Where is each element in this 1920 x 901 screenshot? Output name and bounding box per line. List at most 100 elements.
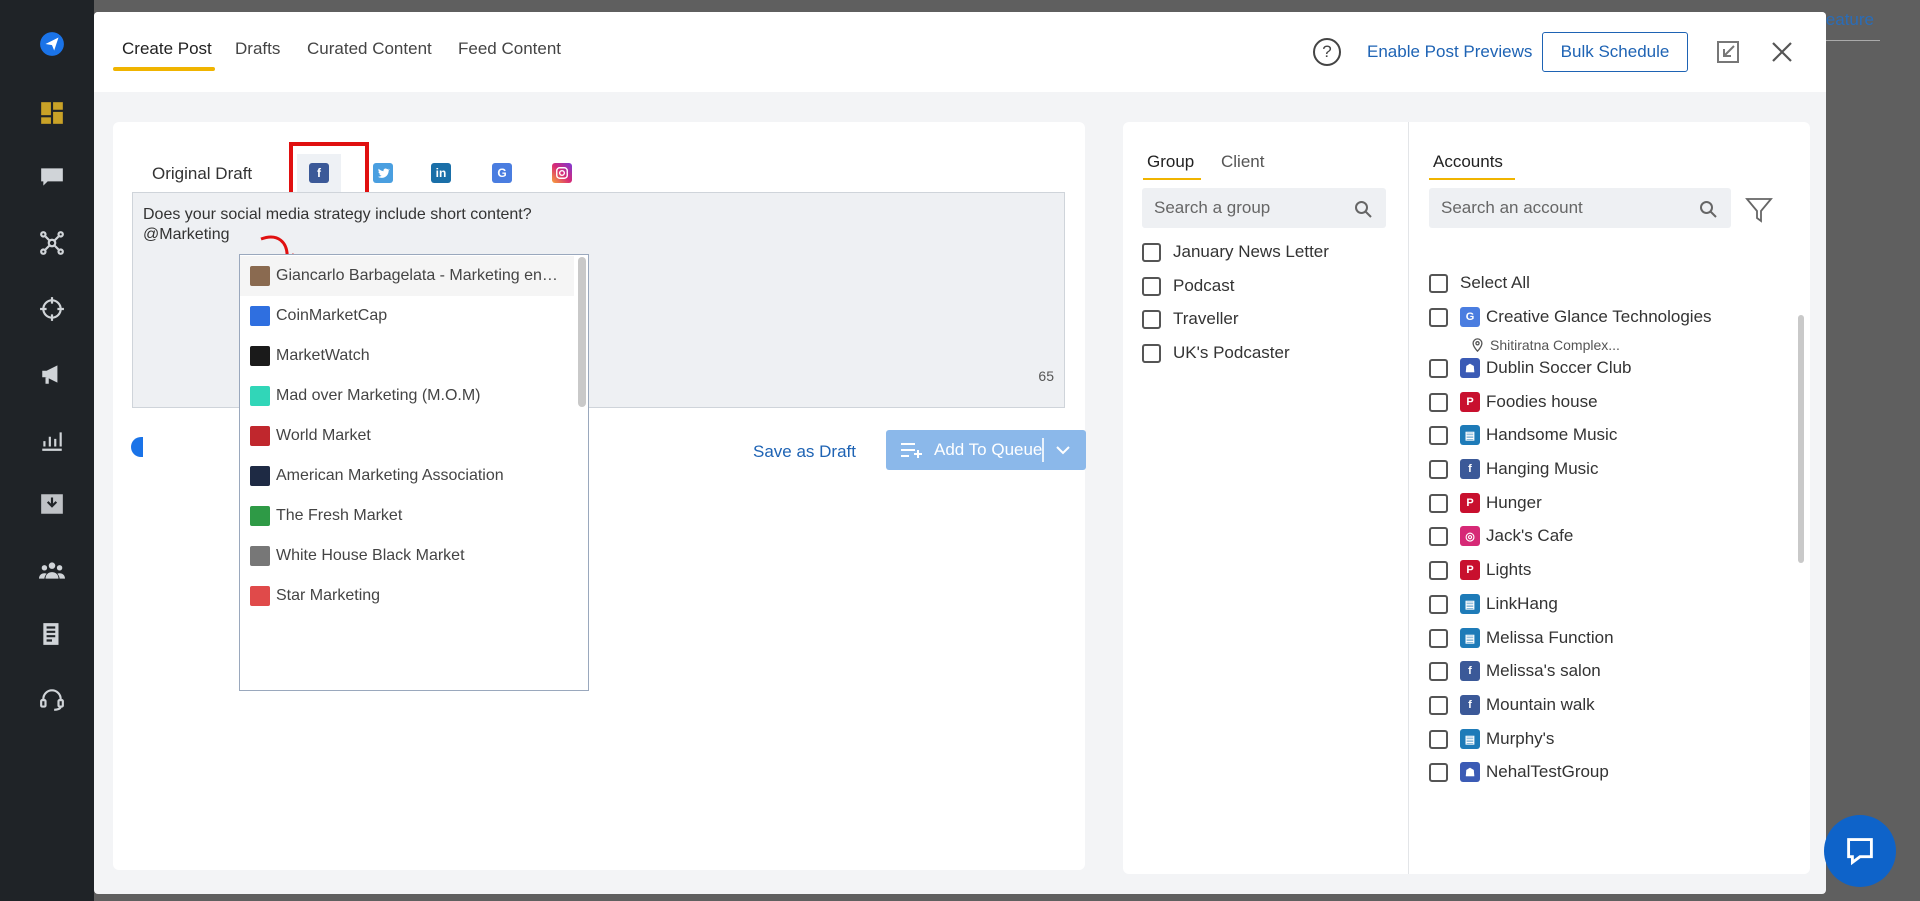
group-search[interactable] [1142, 188, 1386, 228]
reports-icon[interactable] [38, 620, 66, 648]
group-tab-indicator [1143, 178, 1201, 180]
mention-option[interactable]: MarketWatch [240, 336, 574, 376]
account-checkbox[interactable] [1429, 695, 1448, 715]
account-list-scrollbar[interactable] [1798, 315, 1804, 563]
mention-option[interactable]: CoinMarketCap [240, 296, 574, 336]
network-icon[interactable] [38, 229, 66, 257]
close-icon[interactable] [1770, 40, 1794, 64]
megaphone-icon[interactable] [38, 360, 66, 388]
tab-drafts[interactable]: Drafts [235, 39, 280, 59]
enable-post-previews-link[interactable]: Enable Post Previews [1367, 42, 1532, 62]
add-to-queue-button[interactable]: Add To Queue [886, 430, 1086, 470]
tab-feed-content[interactable]: Feed Content [458, 39, 561, 59]
account-row[interactable]: ▤ LinkHang [1429, 594, 1558, 614]
send-icon[interactable] [38, 30, 66, 58]
account-row[interactable]: ◎ Jack's Cafe [1429, 526, 1573, 546]
mention-option[interactable]: Giancarlo Barbagelata - Marketing en… [240, 256, 574, 296]
account-checkbox[interactable] [1429, 425, 1448, 445]
tab-create-post[interactable]: Create Post [122, 39, 212, 59]
bulk-schedule-button[interactable]: Bulk Schedule [1542, 32, 1688, 72]
account-row[interactable]: P Foodies house [1429, 392, 1598, 412]
mention-option[interactable]: The Fresh Market [240, 496, 574, 536]
dashboard-icon[interactable] [38, 99, 66, 127]
pinterest-icon: P [1460, 392, 1480, 412]
chevron-down-icon[interactable] [1054, 442, 1072, 458]
account-row[interactable]: ▤ Murphy's [1429, 729, 1554, 749]
tab-google-business[interactable]: G [480, 154, 524, 192]
group-checkbox[interactable] [1142, 276, 1161, 296]
account-checkbox[interactable] [1429, 526, 1448, 546]
account-row[interactable]: P Hunger [1429, 493, 1542, 513]
facebook-group-icon: ☗ [1460, 762, 1480, 782]
account-row[interactable]: ☗ NehalTestGroup [1429, 762, 1609, 782]
tab-curated-content[interactable]: Curated Content [307, 39, 432, 59]
account-checkbox[interactable] [1429, 358, 1448, 378]
post-text[interactable]: Does your social media strategy include … [143, 205, 532, 245]
group-checkbox[interactable] [1142, 242, 1161, 262]
group-checkbox[interactable] [1142, 343, 1161, 363]
mention-option[interactable]: Mad over Marketing (M.O.M) [240, 376, 574, 416]
account-checkbox[interactable] [1429, 628, 1448, 648]
mention-option[interactable]: American Marketing Association [240, 456, 574, 496]
account-row[interactable]: G Creative Glance Technologies [1429, 307, 1712, 327]
account-checkbox[interactable] [1429, 392, 1448, 412]
group-row[interactable]: January News Letter [1142, 242, 1329, 262]
group-label: Traveller [1173, 309, 1239, 328]
select-all-checkbox[interactable] [1429, 273, 1448, 293]
tab-linkedin[interactable]: in [419, 154, 463, 192]
mention-option[interactable]: White House Black Market [240, 536, 574, 576]
queue-icon [901, 443, 922, 458]
create-post-modal: Create Post Drafts Curated Content Feed … [94, 12, 1826, 894]
account-row[interactable]: P Lights [1429, 560, 1531, 580]
chat-icon[interactable] [38, 163, 66, 191]
tab-group[interactable]: Group [1147, 152, 1194, 172]
support-icon[interactable] [38, 685, 66, 713]
account-checkbox[interactable] [1429, 729, 1448, 749]
account-row[interactable]: f Hanging Music [1429, 459, 1598, 479]
account-row[interactable]: ▤ Handsome Music [1429, 425, 1617, 445]
select-all-row[interactable]: Select All [1429, 273, 1530, 293]
inbox-icon[interactable] [38, 490, 66, 518]
mention-option[interactable]: World Market [240, 416, 574, 456]
chat-support-button[interactable] [1824, 815, 1896, 887]
toggle-indicator[interactable] [131, 437, 143, 457]
search-icon[interactable] [1699, 200, 1717, 218]
target-icon[interactable] [38, 295, 66, 323]
group-checkbox[interactable] [1142, 309, 1161, 329]
mention-option-label: MarketWatch [276, 347, 370, 364]
team-icon[interactable] [38, 556, 66, 584]
account-checkbox[interactable] [1429, 307, 1448, 327]
filter-icon[interactable] [1745, 196, 1773, 224]
account-search[interactable] [1429, 188, 1731, 228]
dropdown-scrollbar[interactable] [578, 257, 586, 407]
account-row[interactable]: ☗ Dublin Soccer Club [1429, 358, 1632, 378]
account-checkbox[interactable] [1429, 459, 1448, 479]
mention-avatar [250, 466, 270, 486]
group-row[interactable]: UK's Podcaster [1142, 343, 1290, 363]
mention-option-label: CoinMarketCap [276, 307, 388, 324]
analytics-icon[interactable] [38, 426, 66, 454]
mention-option[interactable]: Star Marketing [240, 576, 574, 616]
account-checkbox[interactable] [1429, 560, 1448, 580]
tab-instagram[interactable] [540, 154, 584, 192]
account-row[interactable]: f Melissa's salon [1429, 661, 1601, 681]
group-search-input[interactable] [1154, 198, 1334, 218]
editor-panel: Original Draft f in G Does your social m… [113, 122, 1086, 870]
account-row[interactable]: f Mountain walk [1429, 695, 1595, 715]
account-checkbox[interactable] [1429, 661, 1448, 681]
chat-bubble-icon [1847, 838, 1873, 866]
tab-original-draft[interactable]: Original Draft [152, 164, 252, 184]
group-row[interactable]: Traveller [1142, 309, 1239, 329]
search-icon[interactable] [1354, 200, 1372, 218]
group-label: Podcast [1173, 276, 1235, 295]
account-checkbox[interactable] [1429, 762, 1448, 782]
save-as-draft-button[interactable]: Save as Draft [753, 442, 856, 462]
group-row[interactable]: Podcast [1142, 276, 1234, 296]
tab-client[interactable]: Client [1221, 152, 1264, 172]
account-search-input[interactable] [1441, 198, 1621, 218]
help-icon[interactable]: ? [1313, 38, 1341, 66]
account-row[interactable]: ▤ Melissa Function [1429, 628, 1614, 648]
account-checkbox[interactable] [1429, 493, 1448, 513]
account-checkbox[interactable] [1429, 594, 1448, 614]
minimize-icon[interactable] [1716, 40, 1740, 64]
